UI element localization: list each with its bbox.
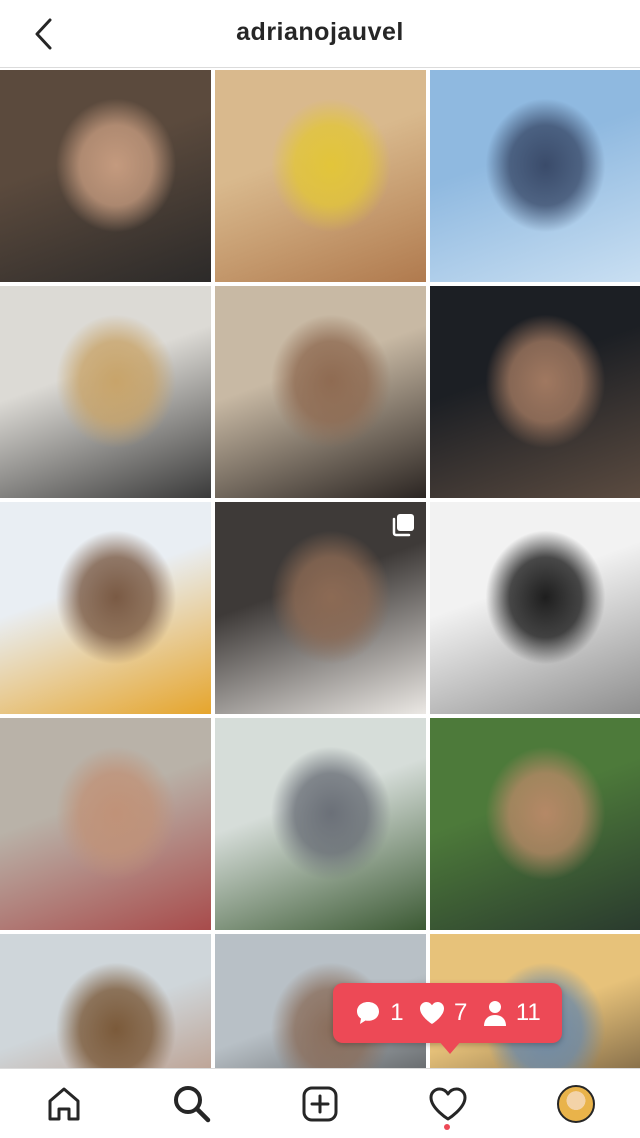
person-icon (483, 1001, 506, 1026)
photo-tile-two-men-laughing[interactable] (0, 70, 211, 282)
search-icon (174, 1086, 211, 1123)
photo-tile-closeup-yellow-scarf[interactable] (215, 70, 426, 282)
photo-thumbnail (215, 718, 426, 930)
photo-thumbnail (430, 502, 640, 714)
photo-tile-gardening-plants[interactable] (215, 718, 426, 930)
photo-thumbnail (215, 286, 426, 498)
photo-tile-balance-board-living-room[interactable] (0, 286, 211, 498)
photo-grid (0, 70, 640, 1138)
photo-tile-portrait-dark-bg[interactable] (430, 286, 640, 498)
comments-count-value: 1 (390, 999, 404, 1026)
photo-thumbnail (0, 70, 211, 282)
tab-home[interactable] (32, 1069, 96, 1138)
home-icon (48, 1087, 80, 1121)
photo-tile-selfie-black-shirt[interactable] (215, 286, 426, 498)
photo-tile-stream-forest[interactable] (430, 718, 640, 930)
photo-thumbnail (0, 502, 211, 714)
heart-icon (420, 1002, 445, 1024)
comment-icon (357, 1002, 380, 1024)
bottom-tab-bar (0, 1068, 640, 1138)
top-bar: adrianojauvel (0, 0, 640, 68)
follows-count-value: 11 (515, 999, 541, 1026)
likes-count-value: 7 (454, 999, 468, 1026)
photo-tile-bw-rooftop[interactable] (430, 502, 640, 714)
comments-count: 1 (354, 999, 404, 1027)
photo-tile-man-on-balcony-sky[interactable] (430, 70, 640, 282)
activity-notification-dot (444, 1124, 450, 1130)
toast-pointer (438, 1040, 462, 1054)
photo-thumbnail (430, 718, 640, 930)
photo-tile-towel-balcony[interactable] (0, 718, 211, 930)
likes-count: 7 (418, 999, 467, 1027)
tab-new-post[interactable] (288, 1069, 352, 1138)
photo-tile-portrait-white-tee[interactable] (215, 502, 426, 714)
profile-username: adrianojauvel (236, 18, 404, 46)
photo-tile-man-yellow-shirt[interactable] (0, 502, 211, 714)
photo-thumbnail (215, 70, 426, 282)
tab-profile[interactable] (544, 1069, 608, 1138)
photo-thumbnail (0, 286, 211, 498)
multiple-photos-icon (392, 514, 414, 537)
activity-heart-icon (429, 1087, 467, 1121)
follows-count: 11 (482, 999, 541, 1027)
tab-search[interactable] (160, 1069, 224, 1138)
profile-avatar (557, 1085, 595, 1123)
photo-thumbnail (430, 70, 640, 282)
new-post-icon (302, 1086, 338, 1122)
activity-toast[interactable]: 1 7 11 (333, 983, 562, 1043)
photo-thumbnail (430, 286, 640, 498)
photo-thumbnail (0, 718, 211, 930)
